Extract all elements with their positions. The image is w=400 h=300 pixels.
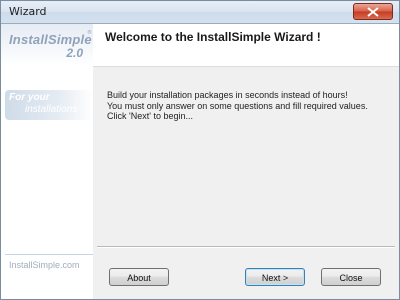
window-close-button[interactable]	[353, 3, 393, 20]
close-icon	[367, 7, 379, 17]
about-button[interactable]: About	[109, 268, 169, 286]
main-panel: Welcome to the InstallSimple Wizard ! Bu…	[93, 24, 399, 299]
wizard-window: Wizard InstallSimple ® 2.0 For your inst…	[0, 0, 400, 300]
close-button[interactable]: Close	[321, 268, 381, 286]
brand-name: InstallSimple	[9, 32, 92, 47]
welcome-line-2: You must only answer on some questions a…	[107, 100, 368, 111]
title-bar[interactable]: Wizard	[1, 1, 399, 24]
slogan-line-2: installations	[25, 104, 78, 115]
next-button[interactable]: Next >	[245, 268, 305, 286]
brand-version: 2.0	[66, 46, 83, 60]
welcome-line-1: Build your installation packages in seco…	[107, 90, 348, 100]
website-url: InstallSimple.com	[9, 260, 80, 270]
slogan-line-1: For your	[9, 92, 50, 103]
slogan-banner: For your installations	[5, 90, 93, 120]
welcome-line-3: Click 'Next' to begin...	[107, 111, 193, 121]
footer-separator	[97, 246, 395, 248]
sidebar-divider	[5, 254, 93, 255]
page-header: Welcome to the InstallSimple Wizard !	[93, 24, 399, 67]
page-title: Welcome to the InstallSimple Wizard !	[105, 30, 321, 44]
welcome-text: Build your installation packages in seco…	[107, 90, 395, 122]
brand-logo: InstallSimple ® 2.0	[1, 24, 93, 66]
sidebar-banner: InstallSimple ® 2.0 For your installatio…	[1, 24, 93, 299]
window-title: Wizard	[9, 5, 47, 18]
registered-mark: ®	[87, 30, 92, 36]
